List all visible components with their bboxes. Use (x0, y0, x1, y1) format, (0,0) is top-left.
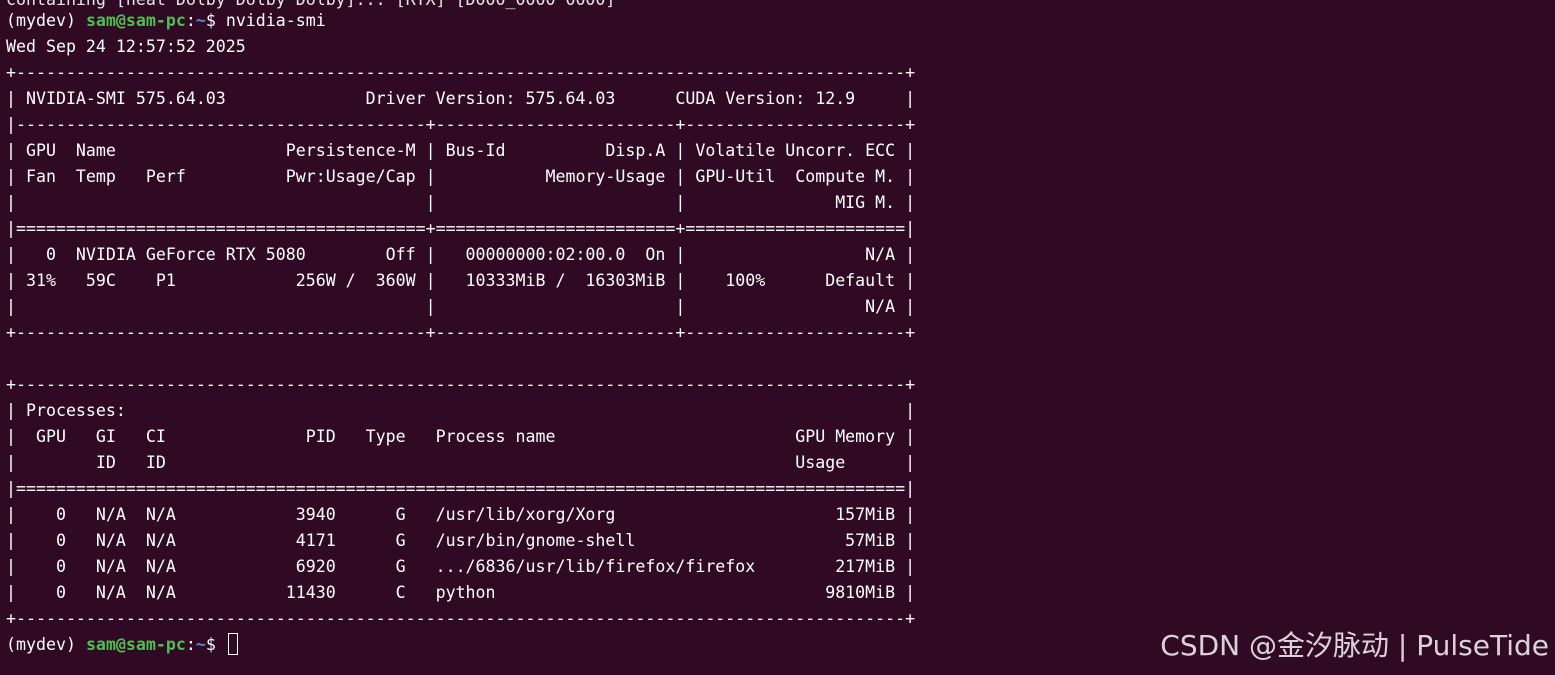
version-header-row: | NVIDIA-SMI 575.64.03 Driver Version: 5… (6, 89, 916, 108)
command-prompt-line: (mydev) sam@sam-pc:~$ nvidia-smi (6, 8, 326, 34)
process-row: | 0 N/A N/A 4171 G /usr/bin/gnome-shell … (6, 531, 916, 550)
active-prompt-line[interactable]: (mydev) sam@sam-pc:~$ (6, 632, 238, 658)
processes-title-row: | Processes: | (6, 401, 916, 420)
processes-border-bottom: +---------------------------------------… (6, 609, 916, 628)
user-host: sam@sam-pc (85, 635, 186, 654)
processes-border-top: +---------------------------------------… (6, 375, 916, 394)
conda-env-label: (mydev) (6, 11, 86, 30)
process-row: | 0 N/A N/A 6920 G .../6836/usr/lib/fire… (6, 557, 916, 576)
csdn-watermark: CSDN @金汐脉动 | PulseTide (1160, 629, 1549, 662)
prompt-path: ~ (195, 635, 206, 654)
gpu-info-row-3: | | | N/A | (6, 297, 916, 316)
timestamp-line: Wed Sep 24 12:57:52 2025 (6, 37, 246, 56)
table-border-top: +---------------------------------------… (6, 63, 916, 82)
gpu-column-header-3: | | | MIG M. | (6, 193, 916, 212)
prompt-path: ~ (195, 11, 206, 30)
gpu-info-row-2: | 31% 59C P1 256W / 360W | 10333MiB / 16… (6, 271, 916, 290)
entered-command: nvidia-smi (225, 11, 326, 30)
table-column-separator: |---------------------------------------… (6, 115, 916, 134)
table-border-bottom: +---------------------------------------… (6, 323, 916, 342)
processes-double-separator: |=======================================… (6, 479, 916, 498)
gpu-column-header-2: | Fan Temp Perf Pwr:Usage/Cap | Memory-U… (6, 167, 916, 186)
prompt-symbol: $ (205, 11, 226, 30)
terminal-window[interactable]: containing [heat Dolby Dolby Dolby]... [… (0, 0, 1555, 675)
text-cursor[interactable] (227, 633, 238, 655)
user-host: sam@sam-pc (85, 11, 186, 30)
processes-header-2: | ID ID Usage | (6, 453, 916, 472)
prompt-symbol: $ (205, 635, 226, 654)
gpu-info-row-1: | 0 NVIDIA GeForce RTX 5080 Off | 000000… (6, 245, 916, 264)
table-double-separator: |=======================================… (6, 219, 916, 238)
prompt-colon: : (185, 11, 196, 30)
process-row: | 0 N/A N/A 11430 C python 9810MiB | (6, 583, 916, 602)
gpu-column-header-1: | GPU Name Persistence-M | Bus-Id Disp.A… (6, 141, 916, 160)
process-row: | 0 N/A N/A 3940 G /usr/lib/xorg/Xorg 15… (6, 505, 916, 524)
processes-header-1: | GPU GI CI PID Type Process name GPU Me… (6, 427, 916, 446)
conda-env-label: (mydev) (6, 635, 86, 654)
prompt-colon: : (185, 635, 196, 654)
